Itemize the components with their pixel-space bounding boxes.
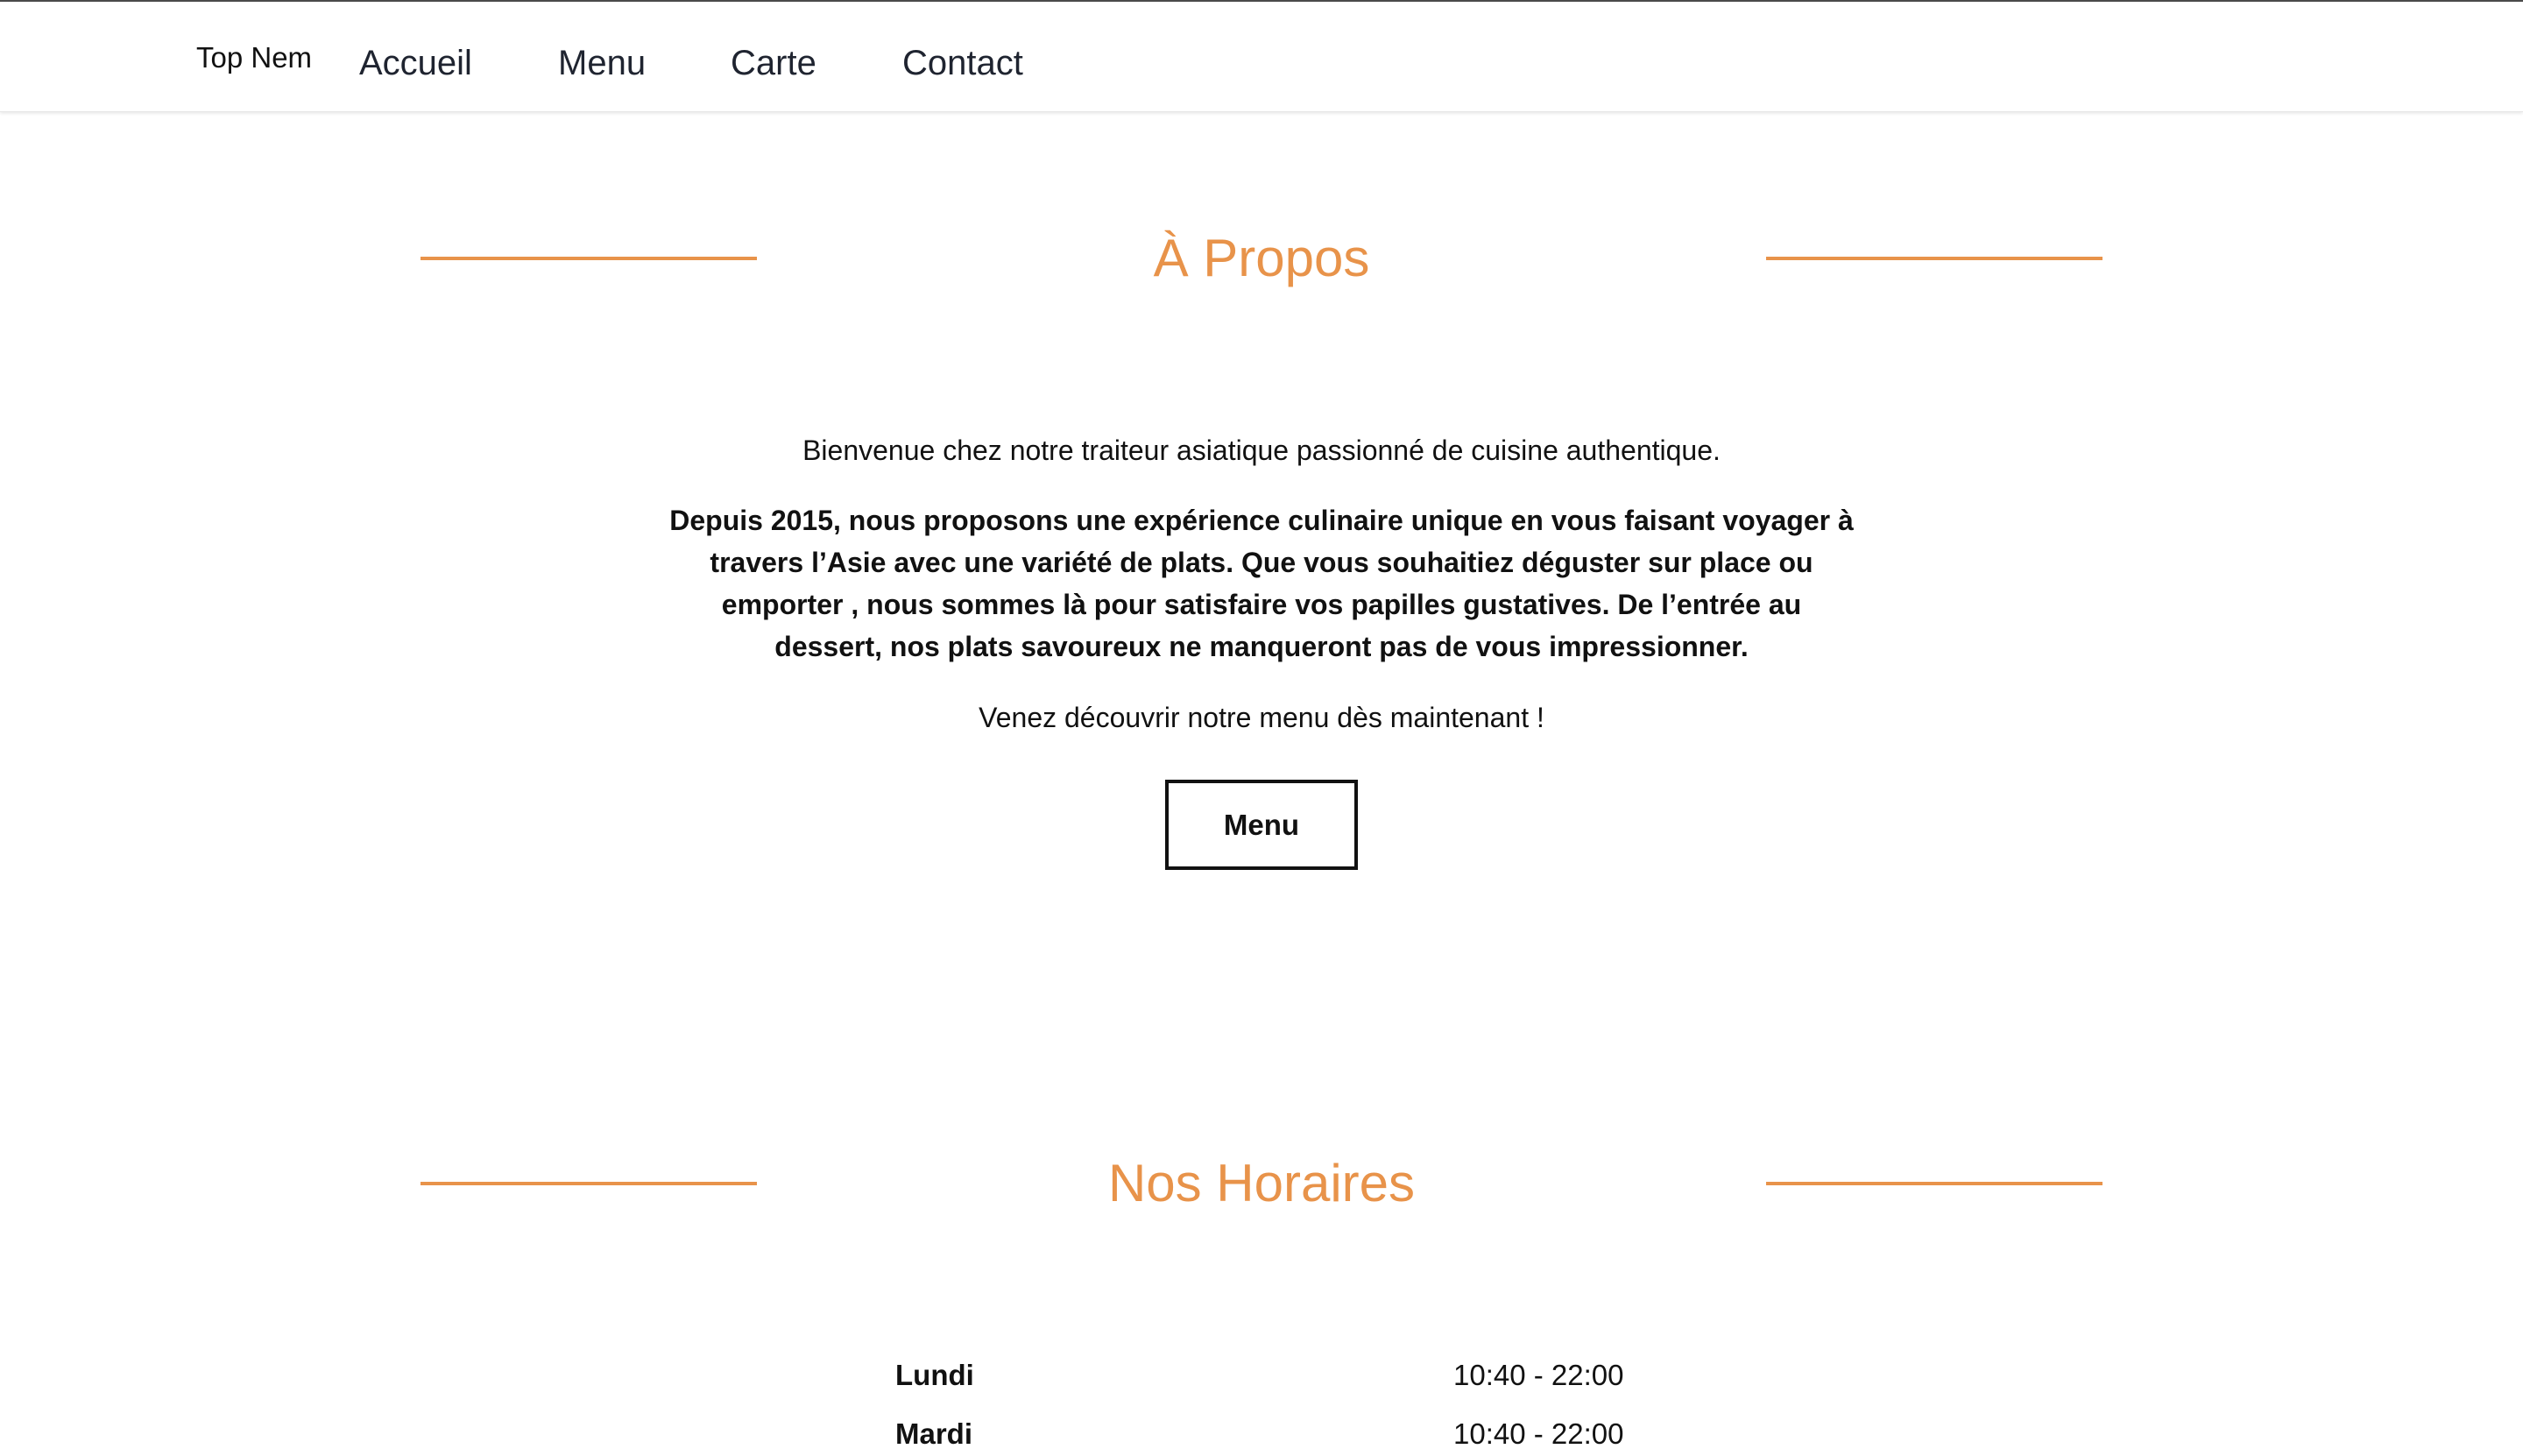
about-heading: À Propos — [0, 223, 2523, 293]
hours-row: Lundi 10:40 - 22:00 — [0, 1354, 2523, 1397]
menu-button[interactable]: Menu — [1165, 780, 1358, 870]
hours-title: Nos Horaires — [1107, 1154, 1416, 1212]
hours-row: Mardi 10:40 - 22:00 — [0, 1412, 2523, 1456]
about-intro: Bienvenue chez notre traiteur asiatique … — [802, 435, 1721, 466]
nav-link-accueil[interactable]: Accueil — [359, 40, 472, 86]
hours-day: Mardi — [895, 1417, 973, 1450]
nav-link-menu[interactable]: Menu — [558, 40, 646, 86]
about-history: Depuis 2015, nous proposons une expérien… — [669, 505, 1854, 662]
navbar: Top Nem Accueil Menu Carte Contact — [0, 0, 2523, 112]
heading-divider-right — [1766, 257, 2102, 260]
hours-heading: Nos Horaires — [0, 1149, 2523, 1219]
nav-link-contact[interactable]: Contact — [902, 40, 1023, 86]
nav-link-carte[interactable]: Carte — [731, 40, 816, 86]
brand-link[interactable]: Top Nem — [196, 40, 312, 75]
about-cta-text: Venez découvrir notre menu dès maintenan… — [979, 702, 1544, 733]
heading-divider-right — [1766, 1182, 2102, 1185]
hours-time: 10:40 - 22:00 — [1453, 1359, 1624, 1391]
hours-time: 10:40 - 22:00 — [1453, 1417, 1624, 1450]
about-title: À Propos — [1153, 229, 1370, 287]
hours-day: Lundi — [895, 1359, 974, 1391]
